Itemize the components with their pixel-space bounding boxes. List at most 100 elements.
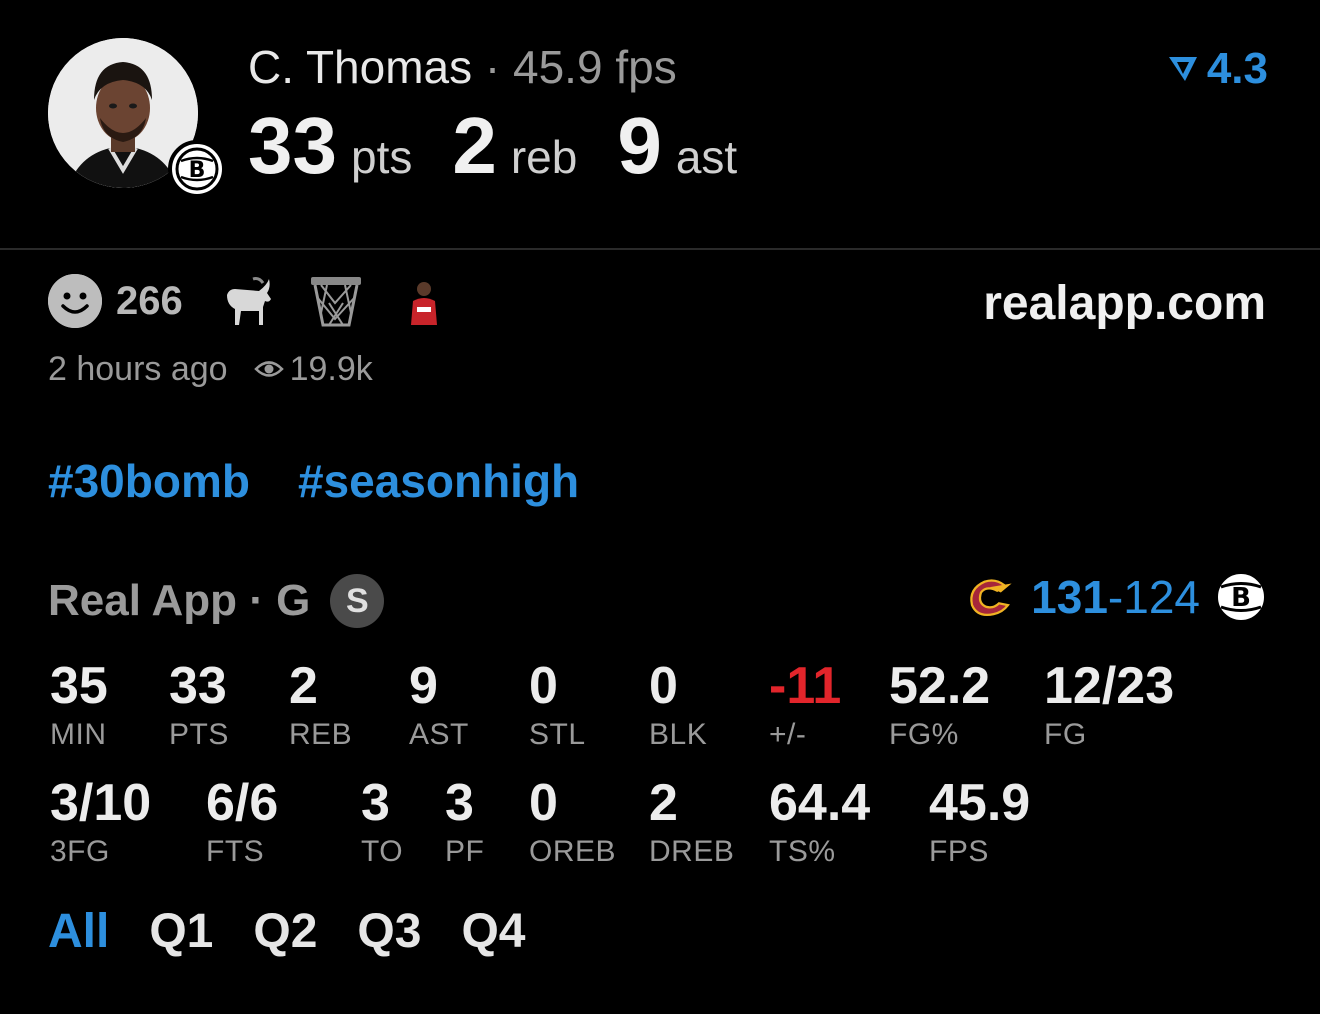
stat-value: 3 [361,774,390,832]
reactions-bar: 266 [48,273,483,329]
nets-badge-icon: B [168,140,226,198]
stat-stl: 0 STL [529,660,586,752]
stat-value: 64.4 [769,774,871,832]
stat-oreb: 0 OREB [529,777,616,869]
stat-label: AST [409,718,469,751]
smiley-icon[interactable] [48,274,102,328]
view-count: 19.9k [289,350,373,388]
tab-q3[interactable]: Q3 [357,904,421,959]
stat-value: 9 [409,657,438,715]
stat-label: +/- [769,718,807,751]
headline-assists-unit: ast [675,131,738,183]
stat-label: PF [445,835,485,868]
stat-value: 2 [289,657,318,715]
score-separator: - [1107,571,1124,623]
stat-value: 6/6 [206,774,279,832]
tab-all[interactable]: All [48,904,109,959]
cavaliers-logo-icon [963,570,1017,624]
tab-q4[interactable]: Q4 [461,904,525,959]
score-home: 131 [1031,571,1108,623]
eye-icon [253,350,284,389]
headline-points-unit: pts [350,131,413,183]
headline-rebounds: 2 [452,101,497,190]
hashtag-link[interactable]: #30bomb [48,454,250,508]
stat-label: BLK [649,718,708,751]
stat-dreb: 2 DREB [649,777,734,869]
stat-ts-pct: 64.4 TS% [769,777,870,869]
stat-fps: 45.9 FPS [929,777,1030,869]
time-ago: 2 hours ago [48,350,228,388]
stat-value: 0 [649,657,678,715]
quarter-tabs: All Q1 Q2 Q3 Q4 [48,904,525,959]
stat-label: TS% [769,835,836,868]
rating-badge[interactable]: 4.3 [1167,44,1268,94]
stat-value: 2 [649,774,678,832]
rating-value: 4.3 [1206,44,1268,93]
headline-assists: 9 [617,101,662,190]
stat-label: FG% [889,718,959,751]
stat-pts: 33 PTS [169,660,229,752]
tab-q1[interactable]: Q1 [149,904,213,959]
stat-label: DREB [649,835,735,868]
stat-plus-minus: -11 +/- [769,660,841,752]
stat-label: STL [529,718,586,751]
headline-stats: 33 pts 2 reb 9 ast [248,100,777,192]
game-title[interactable]: Real App · G S [48,574,385,628]
views: 19.9k [253,350,373,389]
stat-value: 33 [169,657,227,715]
player-sticker-icon[interactable] [395,273,453,329]
score-away: 124 [1123,571,1200,623]
stat-fts: 6/6 FTS [206,777,278,869]
player-name-line[interactable]: C. Thomas · 45.9 fps [248,40,677,94]
headline-points: 33 [248,101,337,190]
stat-label: OREB [529,835,617,868]
sport-badge: S [330,574,385,628]
stat-label: MIN [50,718,107,751]
stat-value: 3/10 [50,774,152,832]
stat-value: 45.9 [929,774,1031,832]
stat-label: TO [361,835,404,868]
stat-value: 52.2 [889,657,991,715]
stat-value: 0 [529,657,558,715]
stat-blk: 0 BLK [649,660,707,752]
player-avatar[interactable]: B [48,38,226,198]
post-meta: 2 hours ago 19.9k [48,350,373,389]
hashtags: #30bomb #seasonhigh [48,454,579,508]
hashtag-link[interactable]: #seasonhigh [298,454,579,508]
stat-label: FPS [929,835,989,868]
stat-ast: 9 AST [409,660,469,752]
player-name[interactable]: C. Thomas [248,41,472,93]
svg-text:B: B [189,158,206,183]
stat-value: 0 [529,774,558,832]
stat-label: FTS [206,835,265,868]
stat-fg-pct: 52.2 FG% [889,660,990,752]
reaction-count[interactable]: 266 [116,279,183,324]
player-fps: 45.9 fps [513,41,677,93]
svg-text:B: B [1231,583,1251,613]
site-link[interactable]: realapp.com [983,276,1266,331]
nets-logo-icon: B [1214,570,1268,624]
stat-reb: 2 REB [289,660,352,752]
stat-value: 3 [445,774,474,832]
game-score[interactable]: 131 - 124 B [963,570,1268,624]
stat-min: 35 MIN [50,660,108,752]
stat-to: 3 TO [361,777,403,869]
stat-value: 35 [50,657,108,715]
goat-icon[interactable] [219,273,277,329]
game-title-text: Real App · G [48,576,311,625]
tab-q2[interactable]: Q2 [253,904,317,959]
name-separator: · [484,41,501,93]
stat-label: PTS [169,718,229,751]
headline-rebounds-unit: reb [510,131,578,183]
stat-3fg: 3/10 3FG [50,777,151,869]
stat-fg: 12/23 FG [1044,660,1174,752]
stat-label: FG [1044,718,1087,751]
stat-label: REB [289,718,353,751]
stat-value: 12/23 [1044,657,1175,715]
header-divider [0,248,1320,250]
stat-pf: 3 PF [445,777,484,869]
stat-value: -11 [769,657,842,715]
basketball-net-icon[interactable] [307,273,365,329]
stat-label: 3FG [50,835,110,868]
real-logo-icon [1167,44,1199,94]
